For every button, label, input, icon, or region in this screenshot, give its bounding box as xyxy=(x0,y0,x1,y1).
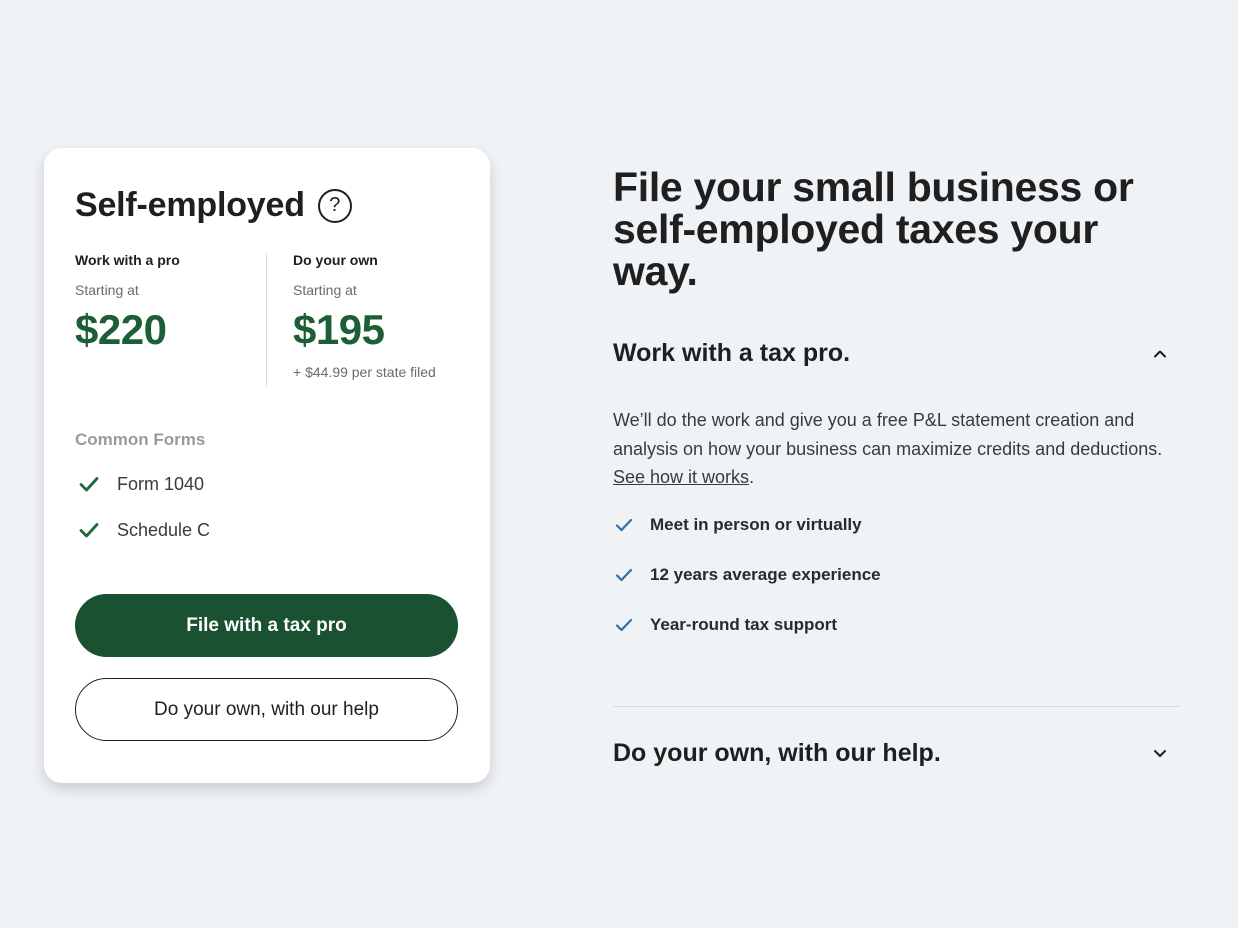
check-icon xyxy=(78,519,100,541)
description-period: . xyxy=(749,467,755,487)
accordion-title: Do your own, with our help. xyxy=(613,739,941,767)
pro-price-column: Work with a pro Starting at $220 xyxy=(75,252,265,354)
check-icon xyxy=(614,565,634,585)
question-circle-icon[interactable]: ? xyxy=(317,188,352,223)
feature-text: Meet in person or virtually xyxy=(650,515,862,534)
diy-price: $195 xyxy=(293,306,385,353)
form-name: Form 1040 xyxy=(117,473,205,494)
card-title-row: Self-employed ? xyxy=(75,186,352,225)
check-icon xyxy=(78,473,100,495)
diy-starting-at: Starting at xyxy=(293,282,357,298)
form-name: Schedule C xyxy=(117,519,211,540)
pricing-card: Self-employed ? Work with a pro Starting… xyxy=(44,148,490,783)
check-icon xyxy=(614,515,634,535)
chevron-down-icon[interactable] xyxy=(1148,742,1172,766)
diy-price-column: Do your own Starting at $195 + $44.99 pe… xyxy=(293,252,483,380)
accordion-divider xyxy=(613,706,1180,707)
accordion-header-do-your-own[interactable]: Do your own, with our help. xyxy=(613,739,1180,768)
card-title: Self-employed xyxy=(75,186,305,224)
feature-text: 12 years average experience xyxy=(650,565,881,584)
check-icon xyxy=(614,615,634,635)
diy-price-label: Do your own xyxy=(293,252,378,268)
form-list-item: Schedule C xyxy=(78,519,210,541)
accordion-description: We’ll do the work and give you a free P&… xyxy=(613,410,1163,459)
pro-price-label: Work with a pro xyxy=(75,252,180,268)
see-how-it-works-link[interactable]: See how it works xyxy=(613,467,749,487)
feature-item: Meet in person or virtually xyxy=(614,515,862,535)
form-list-item: Form 1040 xyxy=(78,473,204,495)
feature-item: Year-round tax support xyxy=(614,615,837,635)
page-headline: File your small business or self-employe… xyxy=(613,164,1134,294)
accordion-body-tax-pro: We’ll do the work and give you a free P&… xyxy=(613,406,1173,492)
price-divider xyxy=(266,254,267,386)
accordion-header-tax-pro[interactable]: Work with a tax pro. xyxy=(613,339,1180,368)
pro-starting-at: Starting at xyxy=(75,282,139,298)
feature-text: Year-round tax support xyxy=(650,615,838,634)
common-forms-heading: Common Forms xyxy=(75,430,206,449)
pro-price: $220 xyxy=(75,306,167,353)
state-fee-note: + $44.99 per state filed xyxy=(293,364,436,380)
chevron-up-icon[interactable] xyxy=(1148,342,1172,366)
do-your-own-button[interactable]: Do your own, with our help xyxy=(75,678,458,741)
accordion-title: Work with a tax pro. xyxy=(613,339,851,367)
feature-item: 12 years average experience xyxy=(614,565,881,585)
file-with-tax-pro-button[interactable]: File with a tax pro xyxy=(75,594,458,657)
